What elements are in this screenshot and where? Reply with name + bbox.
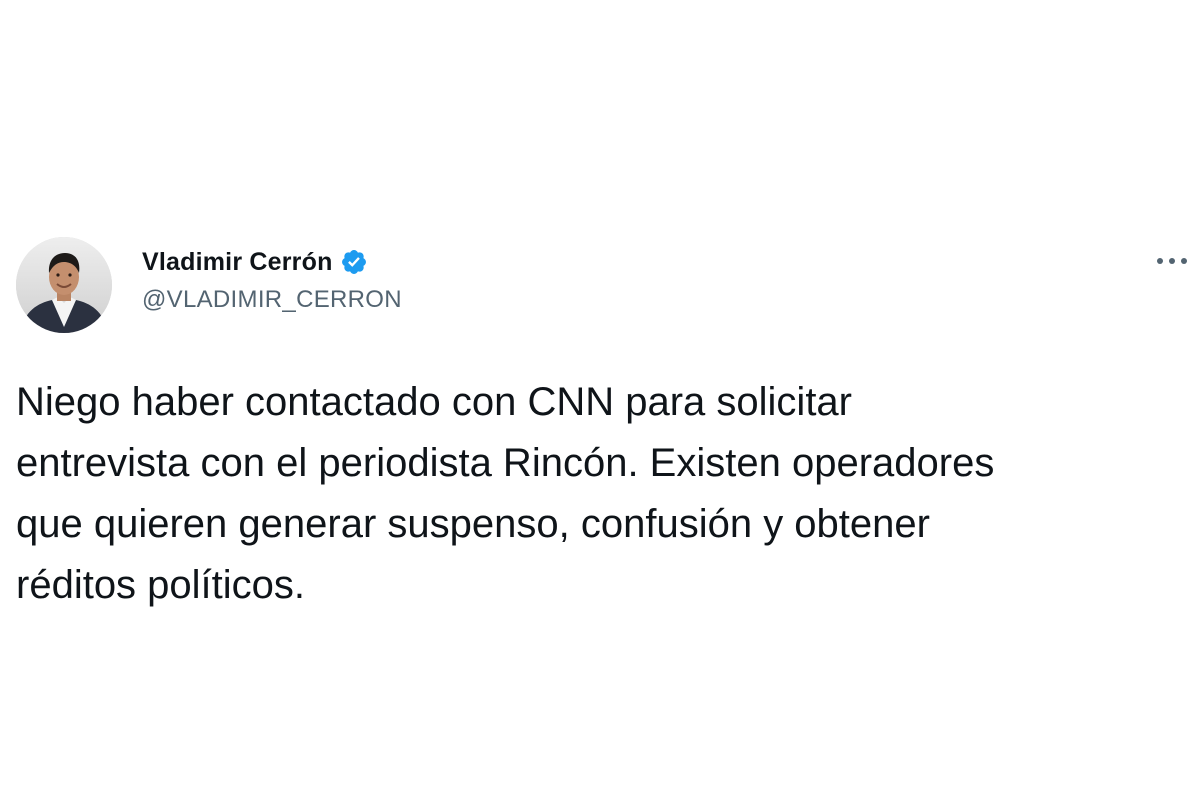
- page: Vladimir Cerrón @VLADIMIR_CERRON Niego h…: [0, 0, 1200, 800]
- avatar-image: [16, 237, 112, 333]
- author-name-row: Vladimir Cerrón: [142, 244, 402, 280]
- author-display-name[interactable]: Vladimir Cerrón: [142, 248, 333, 277]
- verified-badge-icon: [340, 248, 368, 276]
- author-handle[interactable]: @VLADIMIR_CERRON: [142, 286, 402, 314]
- more-options-button[interactable]: [1150, 246, 1194, 276]
- more-options-icon: [1157, 258, 1187, 264]
- tweet-card: Vladimir Cerrón @VLADIMIR_CERRON Niego h…: [0, 0, 1200, 800]
- tweet-text: Niego haber contactado con CNN para soli…: [16, 380, 995, 607]
- avatar[interactable]: [16, 237, 112, 333]
- tweet-author: Vladimir Cerrón @VLADIMIR_CERRON: [142, 244, 402, 314]
